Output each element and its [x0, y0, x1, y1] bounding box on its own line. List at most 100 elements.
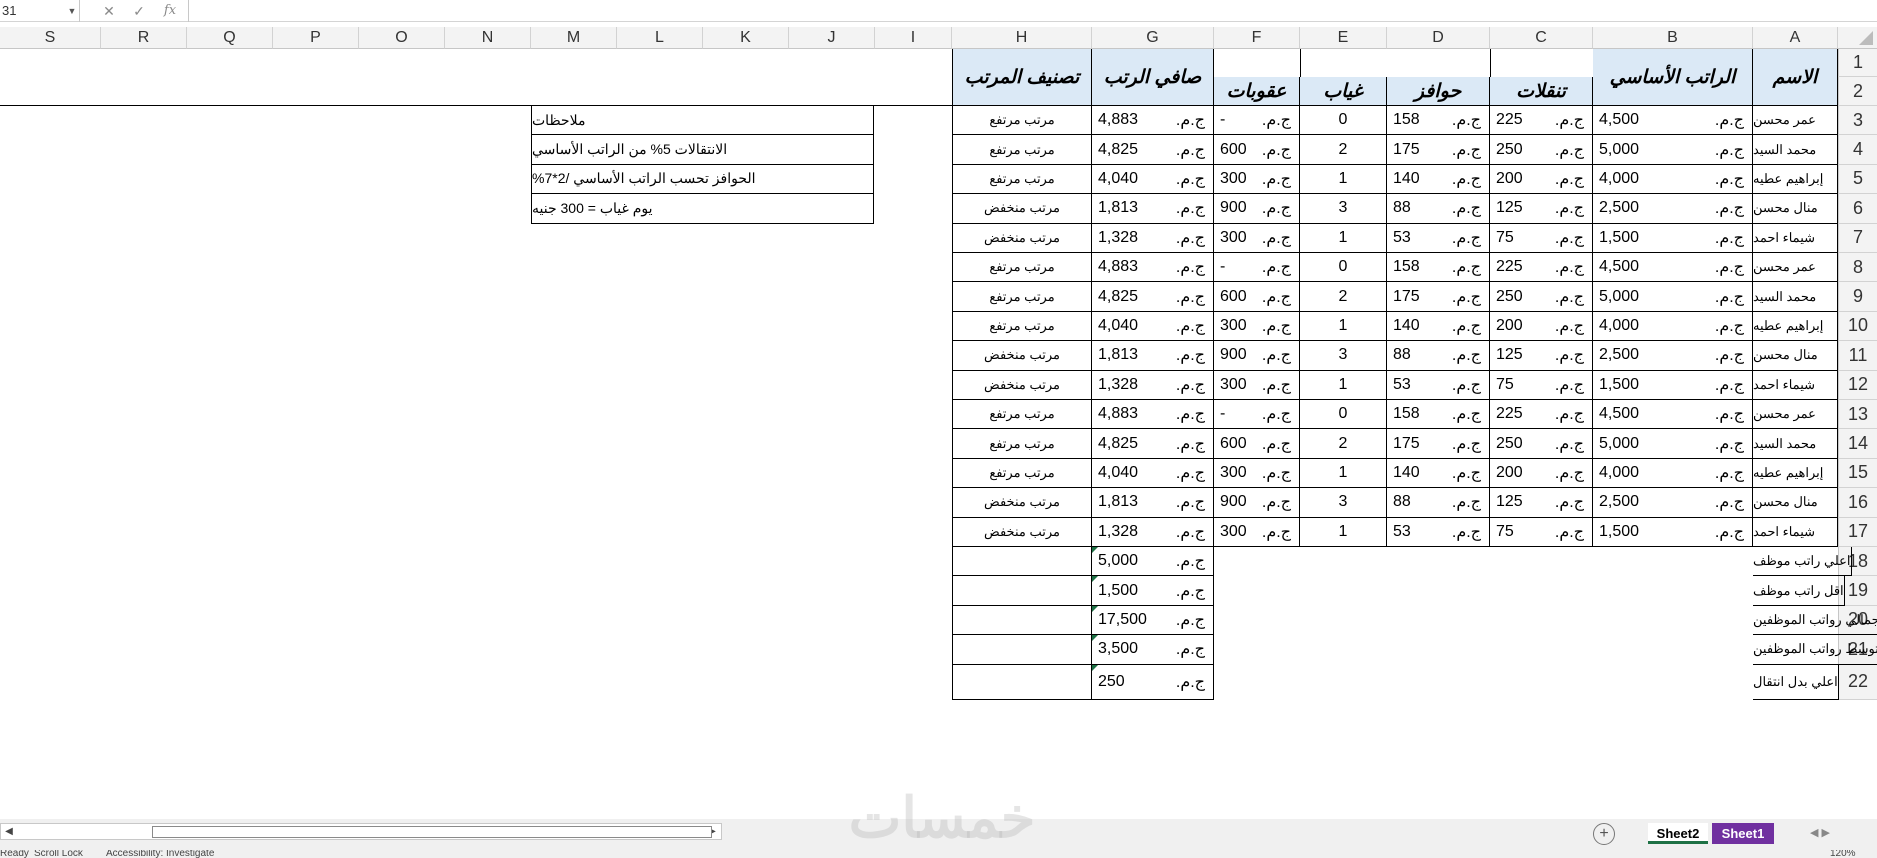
cell-penalty[interactable]: 900 ج.م.: [1214, 488, 1300, 518]
cell-classification[interactable]: مرتب مرتفع: [952, 135, 1092, 165]
cancel-icon[interactable]: ✕: [98, 0, 120, 22]
cell-name[interactable]: إبراهيم عطيه: [1753, 311, 1838, 342]
cell-penalty[interactable]: - ج.م.: [1214, 400, 1300, 430]
cell-classification[interactable]: مرتب مرتفع: [952, 253, 1092, 283]
cell-name[interactable]: عمر محسن: [1753, 253, 1838, 283]
cell-penalty[interactable]: 300 ج.م.: [1214, 458, 1300, 489]
cell-transport[interactable]: 75 ج.م.: [1490, 517, 1593, 547]
cell-basic-salary[interactable]: 4,000 ج.م.: [1593, 164, 1753, 195]
cell-net-salary[interactable]: 4,040 ج.م.: [1092, 164, 1214, 195]
column-header-o[interactable]: O: [359, 27, 445, 49]
cell-name[interactable]: إبراهيم عطيه: [1753, 164, 1838, 195]
cell-net-salary[interactable]: 4,825 ج.م.: [1092, 429, 1214, 459]
cell-absence[interactable]: 1: [1300, 370, 1387, 400]
column-header-n[interactable]: N: [445, 27, 531, 49]
column-header-s[interactable]: S: [0, 27, 101, 49]
cell-absence[interactable]: 2: [1300, 429, 1387, 459]
add-sheet-icon[interactable]: +: [1593, 823, 1615, 845]
cell-absence[interactable]: 1: [1300, 517, 1387, 547]
cell-absence[interactable]: 3: [1300, 194, 1387, 224]
cell-name[interactable]: محمد السيد: [1753, 282, 1838, 312]
row-header-2[interactable]: 2: [1838, 77, 1877, 106]
cell-transport[interactable]: 125 ج.م.: [1490, 488, 1593, 518]
summary-value[interactable]: 250 ج.م.: [1092, 664, 1214, 700]
cell-basic-salary[interactable]: 1,500 ج.م.: [1593, 223, 1753, 253]
cell-incentives[interactable]: 158 ج.م.: [1387, 400, 1490, 430]
cell-net-salary[interactable]: 1,813 ج.م.: [1092, 488, 1214, 518]
cell-name[interactable]: منال محسن: [1753, 341, 1838, 371]
note-item[interactable]: يوم غياب = 300 جنيه: [531, 194, 874, 224]
cell-net-salary[interactable]: 4,883 ج.م.: [1092, 253, 1214, 283]
column-header-a[interactable]: A: [1753, 27, 1838, 49]
cell-penalty[interactable]: 300 ج.م.: [1214, 517, 1300, 547]
row-header-10[interactable]: 10: [1838, 311, 1877, 342]
row-header-13[interactable]: 13: [1838, 400, 1877, 430]
summary-empty-cell[interactable]: [952, 664, 1092, 700]
cell-incentives[interactable]: 158 ج.م.: [1387, 106, 1490, 136]
cell-transport[interactable]: 200 ج.م.: [1490, 311, 1593, 342]
select-all-corner[interactable]: [1838, 27, 1877, 49]
row-header-12[interactable]: 12: [1838, 370, 1877, 400]
cell-absence[interactable]: 0: [1300, 106, 1387, 136]
cell-classification[interactable]: مرتب مرتفع: [952, 458, 1092, 489]
cell-transport[interactable]: 200 ج.م.: [1490, 458, 1593, 489]
cell-absence[interactable]: 1: [1300, 458, 1387, 489]
note-item[interactable]: الانتقالات 5% من الراتب الأساسي: [531, 135, 874, 165]
cell-penalty[interactable]: 300 ج.م.: [1214, 311, 1300, 342]
cell-name[interactable]: إبراهيم عطيه: [1753, 458, 1838, 489]
cell-incentives[interactable]: 140 ج.م.: [1387, 458, 1490, 489]
row-header-1[interactable]: 1: [1838, 49, 1877, 77]
cell-classification[interactable]: مرتب مرتفع: [952, 400, 1092, 430]
cell-classification[interactable]: مرتب مرتفع: [952, 106, 1092, 136]
cell-transport[interactable]: 200 ج.م.: [1490, 164, 1593, 195]
column-header-k[interactable]: K: [703, 27, 789, 49]
cell-transport[interactable]: 250 ج.م.: [1490, 135, 1593, 165]
cell-transport[interactable]: 75 ج.م.: [1490, 223, 1593, 253]
column-header-g[interactable]: G: [1092, 27, 1214, 49]
cell-penalty[interactable]: 900 ج.م.: [1214, 341, 1300, 371]
cell-basic-salary[interactable]: 5,000 ج.م.: [1593, 135, 1753, 165]
cell-absence[interactable]: 2: [1300, 135, 1387, 165]
notes-title[interactable]: ملاحظات: [531, 106, 874, 136]
note-item[interactable]: الحوافز تحسب الراتب الأساسي /2*7%: [531, 164, 874, 195]
cell-name[interactable]: شيماء احمد: [1753, 517, 1838, 547]
column-header-i[interactable]: I: [875, 27, 952, 49]
cell-net-salary[interactable]: 4,883 ج.م.: [1092, 106, 1214, 136]
cell-name[interactable]: عمر محسن: [1753, 106, 1838, 136]
accessibility-status[interactable]: Accessibility: Investigate: [106, 850, 214, 858]
summary-empty-cell[interactable]: [952, 576, 1092, 606]
row-header-14[interactable]: 14: [1838, 429, 1877, 459]
row-header-9[interactable]: 9: [1838, 282, 1877, 312]
cell-net-salary[interactable]: 4,040 ج.م.: [1092, 458, 1214, 489]
row-header-17[interactable]: 17: [1838, 517, 1877, 547]
summary-value[interactable]: 5,000 ج.م.: [1092, 547, 1214, 577]
enter-icon[interactable]: ✓: [128, 0, 150, 22]
cell-name[interactable]: محمد السيد: [1753, 429, 1838, 459]
cell-absence[interactable]: 3: [1300, 341, 1387, 371]
cell-absence[interactable]: 1: [1300, 164, 1387, 195]
row-header-8[interactable]: 8: [1838, 253, 1877, 283]
row-header-15[interactable]: 15: [1838, 458, 1877, 489]
cell-classification[interactable]: مرتب منخفض: [952, 488, 1092, 518]
cell-basic-salary[interactable]: 2,500 ج.م.: [1593, 194, 1753, 224]
cell-net-salary[interactable]: 1,813 ج.م.: [1092, 194, 1214, 224]
cell-classification[interactable]: مرتب مرتفع: [952, 282, 1092, 312]
row-header-11[interactable]: 11: [1838, 341, 1877, 371]
column-header-q[interactable]: Q: [187, 27, 273, 49]
cell-transport[interactable]: 125 ج.م.: [1490, 341, 1593, 371]
cell-net-salary[interactable]: 4,825 ج.م.: [1092, 282, 1214, 312]
cell-basic-salary[interactable]: 4,500 ج.م.: [1593, 400, 1753, 430]
cell-basic-salary[interactable]: 4,000 ج.م.: [1593, 458, 1753, 489]
cell-net-salary[interactable]: 4,040 ج.م.: [1092, 311, 1214, 342]
cell-absence[interactable]: 0: [1300, 400, 1387, 430]
cell-incentives[interactable]: 175 ج.م.: [1387, 429, 1490, 459]
column-header-d[interactable]: D: [1387, 27, 1490, 49]
row-header-22[interactable]: 22: [1838, 664, 1877, 700]
column-header-l[interactable]: L: [617, 27, 703, 49]
cell-transport[interactable]: 250 ج.م.: [1490, 429, 1593, 459]
sheet-tab-sheet1[interactable]: Sheet1: [1712, 823, 1774, 844]
column-header-f[interactable]: F: [1214, 27, 1300, 49]
cell-incentives[interactable]: 140 ج.م.: [1387, 311, 1490, 342]
column-header-j[interactable]: J: [789, 27, 875, 49]
cell-name[interactable]: شيماء احمد: [1753, 223, 1838, 253]
